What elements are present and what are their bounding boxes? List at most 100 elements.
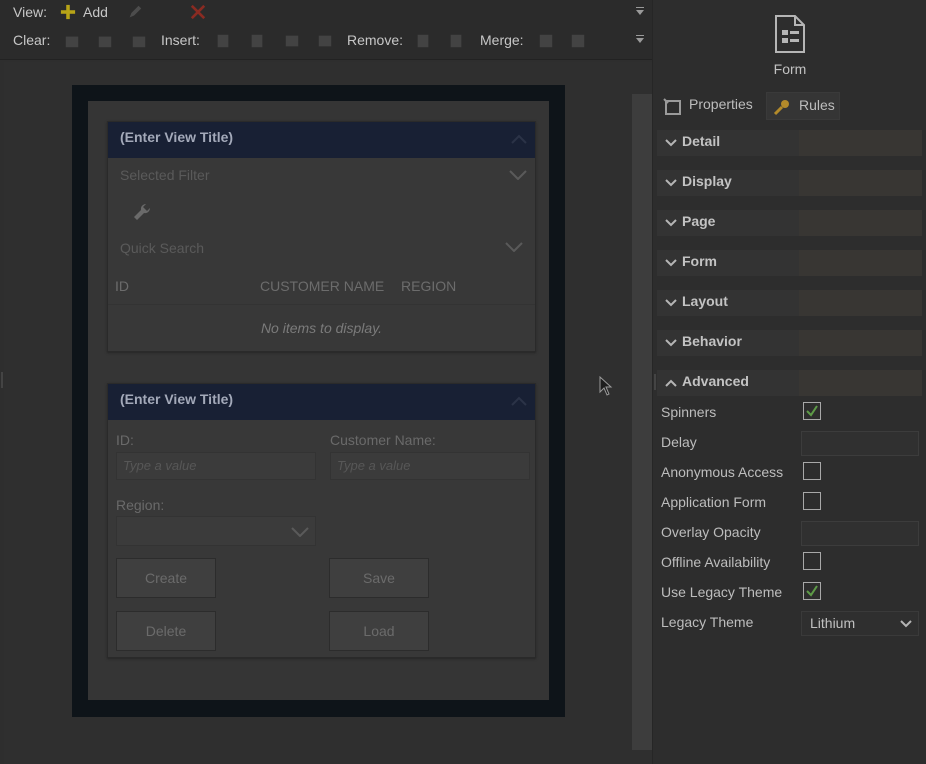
region-chevron-down-icon[interactable] [291,527,309,537]
section-display[interactable]: Display [657,170,922,196]
prop-delay-label: Delay [661,434,697,450]
section-form-label: Form [682,253,717,269]
insert-row-above-icon[interactable] [283,33,301,49]
collapse-chevron-icon[interactable] [511,396,527,406]
tab-properties[interactable]: Properties [660,92,762,120]
clear-all-icon[interactable] [130,33,148,49]
use-legacy-theme-checkbox[interactable] [803,582,821,600]
application-form-checkbox[interactable] [803,492,821,510]
list-view-header[interactable]: (Enter View Title) [108,122,535,158]
checkmark-icon [806,405,818,417]
quick-search-input[interactable]: Quick Search [120,240,204,256]
prop-spinners-label: Spinners [661,404,717,420]
remove-column-icon[interactable] [414,33,432,49]
right-splitter-handle[interactable] [654,374,656,390]
collapse-chevron-icon[interactable] [665,379,677,387]
form-view-header[interactable]: (Enter View Title) [108,384,535,420]
legacy-theme-select[interactable]: Lithium [801,611,919,636]
section-behavior[interactable]: Behavior [657,330,922,356]
offline-availability-checkbox[interactable] [803,552,821,570]
remove-row-icon[interactable] [447,33,465,49]
section-advanced-label: Advanced [682,373,749,389]
toolbar-row2-dropdown-icon[interactable] [636,35,644,43]
expand-chevron-icon[interactable] [665,259,677,267]
form-title: Form [773,61,807,77]
tab-properties-label: Properties [689,96,753,112]
delete-button[interactable]: Delete [116,611,216,651]
insert-label: Insert: [161,32,200,48]
anonymous-access-checkbox[interactable] [803,462,821,480]
section-layout-label: Layout [682,293,728,309]
no-items-message: No items to display. [260,320,383,336]
mouse-cursor-icon [599,376,613,396]
expand-chevron-icon[interactable] [665,299,677,307]
column-header-id[interactable]: ID [115,278,129,294]
form-view-panel[interactable]: (Enter View Title) ID: Customer Name: Ty… [107,383,536,658]
section-detail-label: Detail [682,133,721,149]
remove-label: Remove: [347,32,404,48]
prop-use-legacy-theme-label: Use Legacy Theme [661,584,783,600]
list-view-panel[interactable]: (Enter View Title) Selected Filter Quick… [107,121,536,352]
selected-filter-dropdown[interactable]: Selected Filter [120,167,209,183]
clear-label: Clear: [13,32,51,48]
designer-toolbar: View: Add Clear: Insert: Remove: Merge: [0,0,652,60]
form-view-title[interactable]: (Enter View Title) [120,391,233,407]
expand-chevron-icon[interactable] [665,339,677,347]
section-form[interactable]: Form [657,250,922,276]
wrench-icon[interactable] [132,202,152,222]
delay-input[interactable] [801,431,919,456]
insert-column-right-icon[interactable] [248,33,266,49]
section-detail[interactable]: Detail [657,130,922,156]
tab-rules[interactable]: Rules [766,92,840,120]
search-chevron-down-icon[interactable] [505,242,523,252]
prop-anonymous-access-label: Anonymous Access [661,464,784,480]
section-behavior-label: Behavior [682,333,742,349]
region-select[interactable] [116,516,316,546]
expand-chevron-icon[interactable] [665,219,677,227]
canvas-vertical-scrollbar[interactable] [632,94,652,750]
section-page-label: Page [682,213,716,229]
section-page[interactable]: Page [657,210,922,236]
form-document-icon [775,15,805,53]
checkmark-icon [806,585,818,597]
id-input[interactable]: Type a value [116,452,316,480]
insert-column-left-icon[interactable] [214,33,232,49]
delete-x-icon[interactable] [189,4,207,20]
filter-chevron-down-icon[interactable] [509,170,527,180]
load-button[interactable]: Load [329,611,429,651]
add-button[interactable]: Add [83,4,108,20]
collapse-chevron-icon[interactable] [511,134,527,144]
clear-above-icon[interactable] [63,33,81,49]
create-button[interactable]: Create [116,558,216,598]
toolbar-row1-dropdown-icon[interactable] [636,7,644,15]
save-button[interactable]: Save [329,558,429,598]
expand-chevron-icon[interactable] [665,139,677,147]
merge-label: Merge: [480,32,524,48]
expand-chevron-icon[interactable] [665,179,677,187]
properties-icon [663,98,681,115]
list-view-title[interactable]: (Enter View Title) [120,129,233,145]
grid-divider [108,304,535,305]
split-cells-icon[interactable] [569,33,587,49]
customer-name-label: Customer Name: [330,432,436,448]
section-layout[interactable]: Layout [657,290,922,316]
merge-cells-icon[interactable] [537,33,555,49]
insert-row-below-icon[interactable] [316,33,334,49]
legacy-theme-value: Lithium [810,615,856,631]
prop-application-form-label: Application Form [661,494,767,510]
overlay-opacity-input[interactable] [801,521,919,546]
region-label: Region: [116,497,165,513]
customer-name-input[interactable]: Type a value [330,452,530,480]
key-icon [773,100,789,116]
left-splitter-handle[interactable] [1,372,3,388]
column-header-customer-name[interactable]: CUSTOMER NAME [260,278,384,294]
prop-legacy-theme-label: Legacy Theme [661,614,754,630]
chevron-down-icon[interactable] [900,620,912,628]
section-advanced[interactable]: Advanced [657,370,922,396]
column-header-region[interactable]: REGION [401,278,456,294]
edit-pencil-icon[interactable] [126,4,144,20]
spinners-checkbox[interactable] [803,402,821,420]
tab-rules-label: Rules [799,97,835,113]
clear-below-icon[interactable] [96,33,114,49]
add-icon[interactable] [59,4,77,20]
